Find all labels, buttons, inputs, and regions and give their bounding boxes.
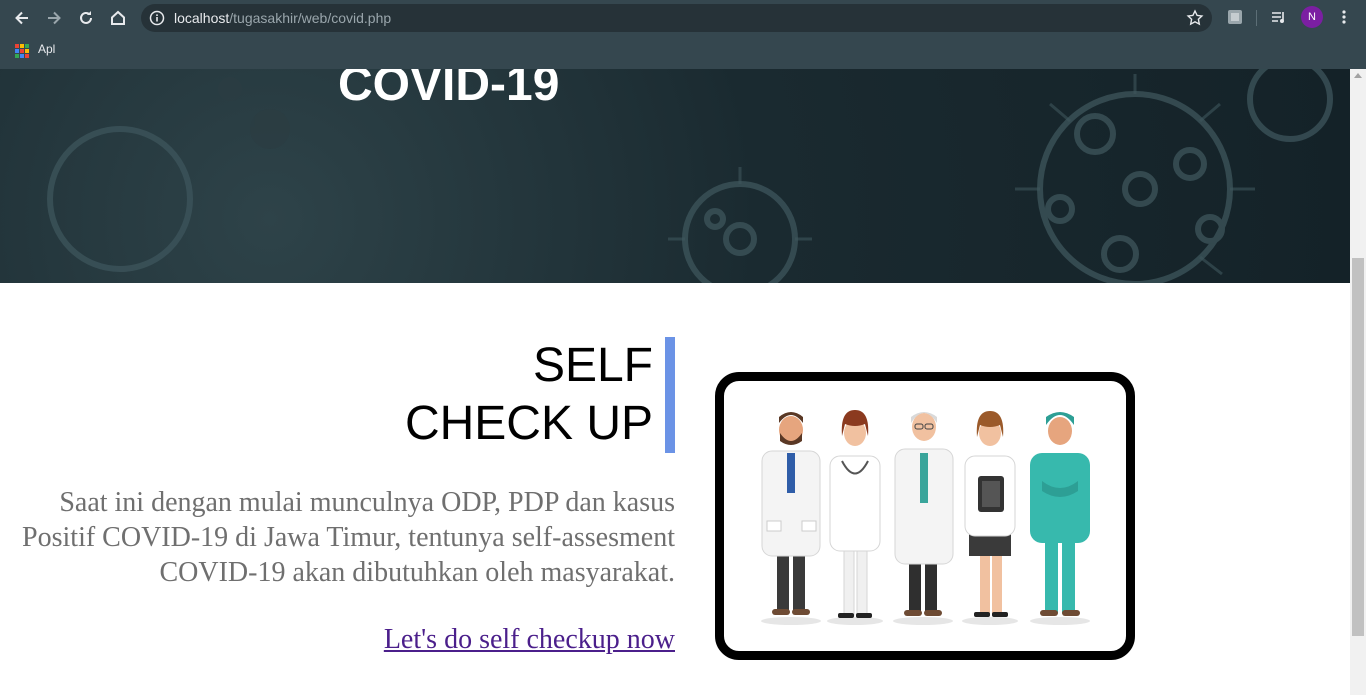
url-text[interactable]: localhost/tugasakhir/web/covid.php xyxy=(174,10,391,26)
heading-line-1: SELF xyxy=(532,339,653,392)
home-icon xyxy=(111,10,125,25)
address-bar[interactable]: localhost/tugasakhir/web/covid.php xyxy=(141,4,1212,32)
doctor-1-figure xyxy=(761,412,821,615)
browser-toolbar: localhost/tugasakhir/web/covid.php N xyxy=(0,0,1366,36)
heading-accent-bar xyxy=(665,337,675,453)
menu-icon[interactable] xyxy=(1336,9,1352,25)
extension-icon[interactable] xyxy=(1227,9,1243,25)
vertical-scrollbar[interactable] xyxy=(1350,69,1366,695)
home-button[interactable] xyxy=(106,6,130,30)
back-icon xyxy=(15,11,28,25)
forward-button[interactable] xyxy=(42,6,66,30)
heading-line-2: CHECK UP xyxy=(404,397,653,450)
hero-title: COVID-19 xyxy=(338,69,560,111)
info-icon[interactable] xyxy=(149,10,165,26)
hero-banner: COVID-19 xyxy=(0,69,1350,283)
section-heading: SELF CHECK UP xyxy=(405,337,653,453)
toolbar-divider xyxy=(1256,10,1257,26)
doctors-illustration-frame xyxy=(715,372,1135,660)
scroll-up-arrow-icon[interactable] xyxy=(1354,73,1362,78)
reload-button[interactable] xyxy=(74,6,98,30)
bookmarks-bar: Apl xyxy=(0,36,1366,64)
page-viewport: COVID-19 SELF CHECK UP Saat ini dengan m… xyxy=(0,69,1350,695)
star-icon[interactable] xyxy=(1186,9,1204,27)
forward-icon xyxy=(48,11,61,25)
doctor-2-figure xyxy=(829,410,881,618)
url-host: localhost xyxy=(174,10,230,26)
url-path: /tugasakhir/web/covid.php xyxy=(229,10,392,26)
apps-bookmark-label[interactable]: Apl xyxy=(38,42,55,56)
doctor-5-figure xyxy=(1030,412,1090,616)
media-icon[interactable] xyxy=(1271,9,1287,25)
doctor-3-figure xyxy=(894,412,954,616)
apps-grid-icon[interactable] xyxy=(15,44,29,58)
doctor-4-figure xyxy=(964,411,1016,617)
back-button[interactable] xyxy=(10,6,34,30)
profile-avatar[interactable]: N xyxy=(1301,6,1323,28)
scrollbar-thumb[interactable] xyxy=(1352,258,1364,636)
virus-background-image xyxy=(47,69,1333,283)
browser-chrome: localhost/tugasakhir/web/covid.php N Apl xyxy=(0,0,1366,69)
self-check-heading: SELF CHECK UP xyxy=(380,337,675,453)
self-checkup-link[interactable]: Let's do self checkup now xyxy=(300,622,675,657)
doctors-illustration xyxy=(761,410,1090,625)
reload-icon xyxy=(80,11,92,24)
intro-paragraph: Saat ini dengan mulai munculnya ODP, PDP… xyxy=(22,487,675,588)
